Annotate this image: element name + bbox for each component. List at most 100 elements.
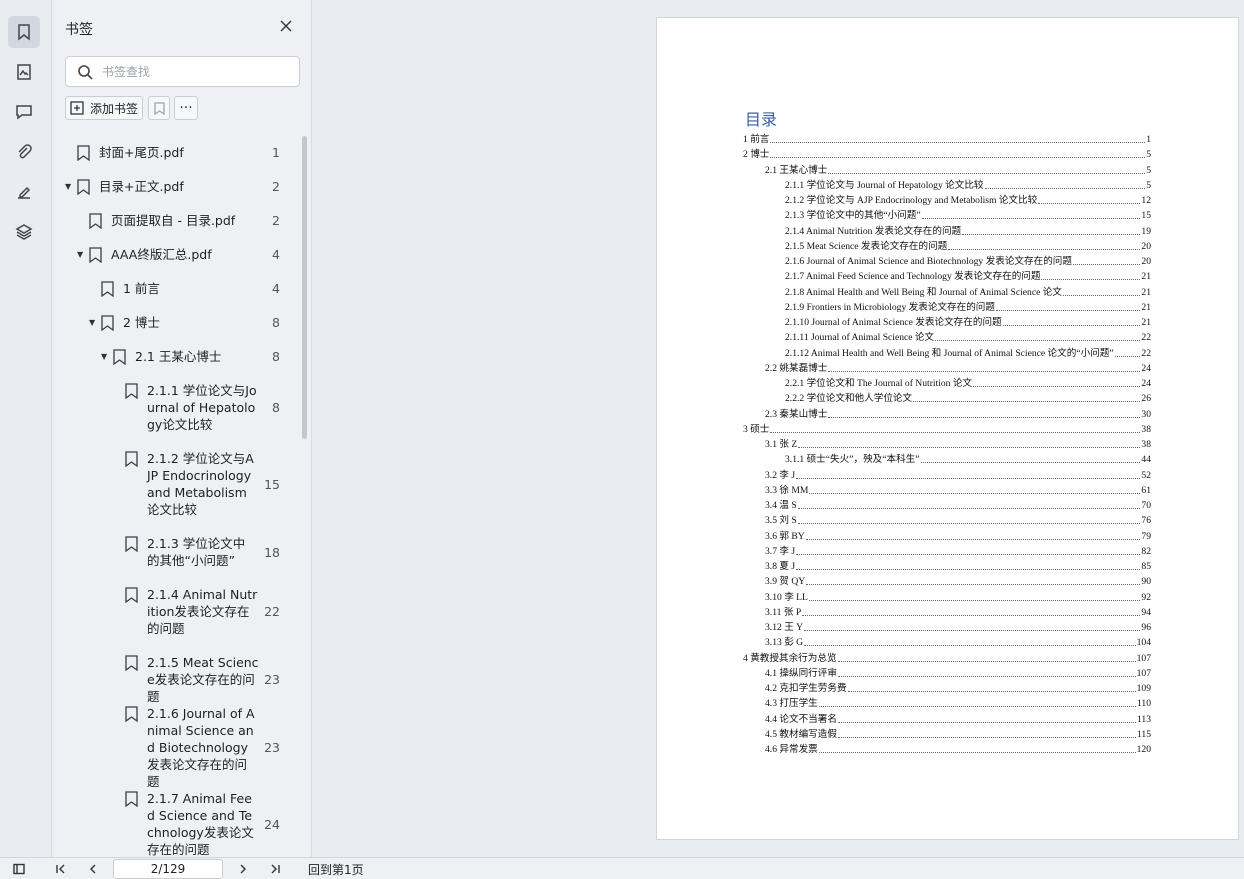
bookmark-page-number: 1 bbox=[272, 145, 280, 160]
document-viewport[interactable]: 目录 1 前言 1 2 博士 5 2.1 王某心博士 5 2.1.1 学位论文与 Journ… bbox=[313, 0, 1244, 857]
toc-entry[interactable]: 2.1.10 Journal of Animal Science 发表论文存在的… bbox=[785, 316, 1151, 328]
toc-entry-text: 2.1.9 Frontiers in Microbiology 发表论文存在的问… bbox=[785, 301, 995, 313]
thumbnail-icon[interactable] bbox=[8, 56, 40, 88]
toc-entry[interactable]: 3.9 贺 QY 90 bbox=[765, 575, 1151, 587]
toc-entry-page: 20 bbox=[1141, 256, 1151, 267]
toc-entry[interactable]: 1 前言 1 bbox=[743, 133, 1151, 145]
toc-entry-page: 85 bbox=[1141, 561, 1151, 572]
toc-entry-text: 4.6 异常发票 bbox=[765, 744, 818, 755]
toc-entry[interactable]: 2.1.1 学位论文与 Journal of Hepatology 论文比较 5 bbox=[785, 179, 1151, 191]
toc-leader-dots bbox=[920, 462, 1141, 464]
toc-entry[interactable]: 3.8 夏 J 85 bbox=[765, 560, 1151, 572]
toc-leader-dots bbox=[913, 401, 1141, 403]
toc-leader-dots bbox=[1072, 264, 1141, 265]
toc-entry[interactable]: 4.2 克扣学生劳务费 109 bbox=[765, 682, 1151, 694]
toc-entry[interactable]: 4.4 论文不当署名 113 bbox=[765, 713, 1151, 725]
next-page-button[interactable] bbox=[234, 861, 252, 877]
toc-entry[interactable]: 3.1.1 硕士“失火”，殃及“本科生” 44 bbox=[785, 453, 1151, 465]
toc-leader-dots bbox=[797, 508, 1141, 509]
toc-entry[interactable]: 2.1.5 Meat Science 发表论文存在的问题 20 bbox=[785, 240, 1151, 252]
expand-arrow-icon[interactable]: ▼ bbox=[89, 314, 99, 332]
first-page-button[interactable] bbox=[52, 861, 70, 877]
toc-entry[interactable]: 4.3 打压学生 110 bbox=[765, 697, 1151, 709]
toc-leader-dots bbox=[847, 691, 1136, 692]
toc-entry[interactable]: 4.1 操纵同行评审 107 bbox=[765, 667, 1151, 679]
page-number-input[interactable]: 2/129 bbox=[113, 859, 223, 879]
toc-entry[interactable]: 3.3 徐 MM 61 bbox=[765, 484, 1151, 496]
toc-entry[interactable]: 3.12 王 Y 96 bbox=[765, 621, 1151, 633]
toc-entry[interactable]: 2.1.9 Frontiers in Microbiology 发表论文存在的问… bbox=[785, 301, 1151, 313]
close-panel-button[interactable] bbox=[279, 18, 297, 36]
bookmark-label: 2.1 王某心博士 bbox=[135, 349, 222, 364]
bookmark-page-number: 2 bbox=[272, 179, 280, 194]
bookmark-page-number: 22 bbox=[264, 604, 280, 619]
toc-entry-text: 2.1.12 Animal Health and Well Being 和 Jo… bbox=[785, 347, 1114, 359]
add-bookmark-icon bbox=[70, 101, 84, 115]
bookmark-label: 2.1.6 Journal of Animal Science and Biot… bbox=[147, 706, 255, 789]
attachment-icon[interactable] bbox=[8, 136, 40, 168]
toc-entry[interactable]: 2.1.2 学位论文与 AJP Endocrinology and Metabo… bbox=[785, 194, 1151, 206]
toc-entry[interactable]: 2.1.12 Animal Health and Well Being 和 Jo… bbox=[785, 347, 1151, 359]
bookmark-search-box[interactable] bbox=[65, 56, 300, 87]
toc-entry-text: 3.12 王 Y bbox=[765, 622, 804, 633]
add-bookmark-button[interactable]: 添加书签 bbox=[65, 96, 143, 120]
signature-icon[interactable] bbox=[8, 176, 40, 208]
toc-entry-text: 3.11 张 P bbox=[765, 606, 802, 618]
bookmark-search-input[interactable] bbox=[102, 61, 292, 83]
toc-entry[interactable]: 2 博士 5 bbox=[743, 148, 1151, 160]
toc-entry[interactable]: 2.2.1 学位论文和 The Journal of Nutrition 论文 2… bbox=[785, 377, 1151, 389]
toc-leader-dots bbox=[809, 492, 1141, 494]
back-to-first-page-link[interactable]: 回到第1页 bbox=[308, 861, 364, 878]
toc-entry[interactable]: 4.6 异常发票 120 bbox=[765, 743, 1151, 755]
toc-entry[interactable]: 3.11 张 P 94 bbox=[765, 606, 1151, 618]
toc-entry[interactable]: 3.1 张 Z 38 bbox=[765, 438, 1151, 450]
expand-arrow-icon[interactable]: ▼ bbox=[65, 178, 75, 196]
toc-leader-dots bbox=[1002, 325, 1141, 326]
toc-entry[interactable]: 2.2 姚某磊博士 24 bbox=[765, 362, 1151, 374]
toc-leader-dots bbox=[798, 447, 1141, 448]
bookmark-panel: 书签 添加书签 ··· 封面+尾页.pdf 1 ▼ 目录+正文.pdf 2 页面提取自 -… bbox=[53, 0, 312, 857]
toc-leader-dots bbox=[962, 233, 1141, 235]
last-page-button[interactable] bbox=[266, 861, 284, 877]
toc-leader-dots bbox=[996, 309, 1141, 311]
toc-entry-text: 2.1.11 Journal of Animal Science 论文 bbox=[785, 332, 935, 344]
toc-entry[interactable]: 2.1.3 学位论文中的其他“小问题” 15 bbox=[785, 209, 1151, 221]
toggle-sidebar-button[interactable] bbox=[10, 861, 28, 877]
bookmark-toggle-button[interactable] bbox=[148, 96, 170, 120]
toc-entry[interactable]: 2.3 秦某山博士 30 bbox=[765, 408, 1151, 420]
expand-arrow-icon[interactable]: ▼ bbox=[101, 348, 111, 366]
toc-entry-page: 15 bbox=[1141, 210, 1151, 222]
bookmark-icon[interactable] bbox=[8, 16, 40, 48]
toc-entry-page: 52 bbox=[1141, 469, 1151, 481]
toc-entry-text: 2.1.2 学位论文与 AJP Endocrinology and Metabo… bbox=[785, 195, 1038, 206]
expand-arrow-icon[interactable]: ▼ bbox=[77, 246, 87, 264]
toc-entry[interactable]: 3 硕士 38 bbox=[743, 423, 1151, 435]
toc-entry[interactable]: 4 黄教授其余行为总览 107 bbox=[743, 652, 1151, 664]
toc-entry-page: 24 bbox=[1141, 362, 1151, 374]
toc-entry[interactable]: 3.4 温 S 70 bbox=[765, 499, 1151, 511]
toc-entry[interactable]: 2.1 王某心博士 5 bbox=[765, 164, 1151, 176]
comment-icon[interactable] bbox=[8, 96, 40, 128]
toc-entry-page: 26 bbox=[1141, 393, 1151, 405]
toc-entry[interactable]: 2.1.8 Animal Health and Well Being 和 Jou… bbox=[785, 286, 1151, 298]
toc-entry[interactable]: 3.10 李 LL 92 bbox=[765, 591, 1151, 603]
toc-entry[interactable]: 4.5 教材编写造假 115 bbox=[765, 728, 1151, 740]
toc-entry-page: 38 bbox=[1141, 423, 1151, 435]
toc-entry[interactable]: 3.6 郭 BY 79 bbox=[765, 530, 1151, 542]
prev-page-button[interactable] bbox=[84, 861, 102, 877]
toc-entry[interactable]: 3.2 李 J 52 bbox=[765, 469, 1151, 481]
toc-entry[interactable]: 2.1.11 Journal of Animal Science 论文 22 bbox=[785, 331, 1151, 343]
toc-entry[interactable]: 3.13 彭 G 104 bbox=[765, 636, 1151, 648]
toc-entry-page: 24 bbox=[1141, 378, 1151, 389]
more-options-button[interactable]: ··· bbox=[174, 96, 198, 120]
bookmark-icon bbox=[101, 315, 115, 332]
toc-entry[interactable]: 2.1.6 Journal of Animal Science and Biot… bbox=[785, 255, 1151, 267]
toc-entry[interactable]: 3.7 李 J 82 bbox=[765, 545, 1151, 557]
bookmark-page-number: 23 bbox=[264, 672, 280, 687]
bookmark-scrollbar[interactable] bbox=[302, 136, 307, 439]
toc-entry[interactable]: 3.5 刘 S 76 bbox=[765, 514, 1151, 526]
toc-entry[interactable]: 2.2.2 学位论文和他人学位论文 26 bbox=[785, 392, 1151, 404]
toc-entry[interactable]: 2.1.7 Animal Feed Science and Technology… bbox=[785, 270, 1151, 282]
toc-entry[interactable]: 2.1.4 Animal Nutrition 发表论文存在的问题 19 bbox=[785, 225, 1151, 237]
layers-icon[interactable] bbox=[8, 216, 40, 248]
